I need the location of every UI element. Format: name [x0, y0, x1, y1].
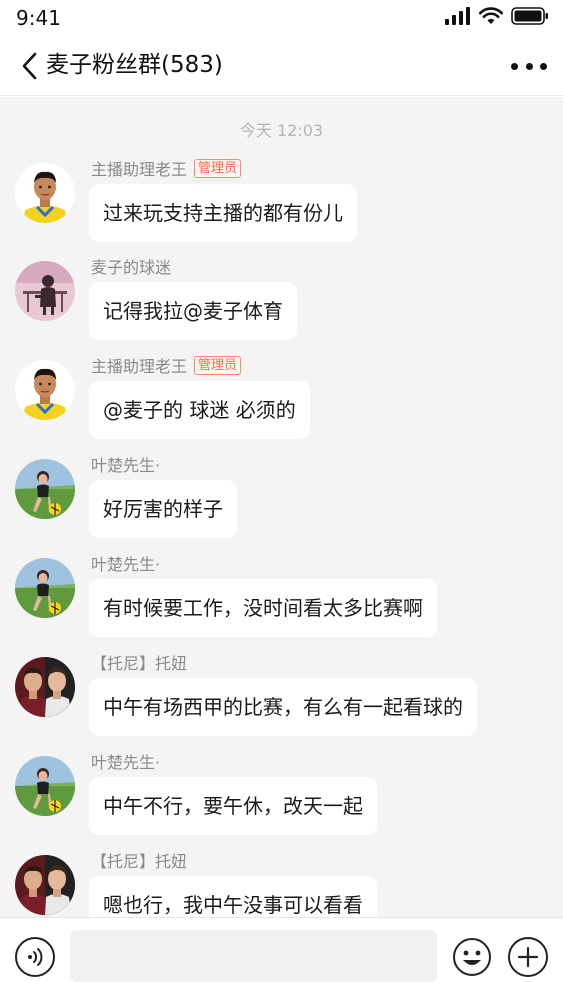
wifi-icon — [479, 7, 503, 24]
message-bubble[interactable]: 有时候要工作，没时间看太多比赛啊 — [89, 579, 437, 637]
more-dot-icon — [511, 62, 518, 70]
avatar[interactable] — [15, 756, 75, 816]
avatar[interactable] — [15, 360, 75, 420]
chat-timestamp: 今天 12:03 — [239, 121, 324, 140]
avatar[interactable] — [15, 261, 75, 321]
chat-message-list[interactable]: 今天 12:03 主播助理老王 管理员 过来玩支持主播的都有份儿 麦子的球迷 记… — [0, 97, 563, 917]
admin-badge: 管理员 — [194, 355, 242, 375]
message-bubble[interactable]: 过来玩支持主播的都有份儿 — [89, 184, 357, 242]
message-bubble[interactable]: 好厉害的样子 — [89, 480, 237, 538]
plus-icon — [517, 946, 539, 968]
status-icons — [445, 7, 549, 25]
more-dot-icon — [525, 62, 533, 70]
smiley-icon — [453, 938, 491, 976]
nav-bar: 麦子粉丝群(583) — [0, 36, 563, 96]
admin-badge: 管理员 — [194, 158, 242, 178]
sender-row: 【托尼】托妞 — [91, 651, 187, 673]
avatar[interactable] — [15, 855, 75, 915]
sender-name: 主播助理老王 — [91, 160, 188, 179]
sender-row: 叶楚先生· — [91, 552, 160, 574]
avatar[interactable] — [15, 163, 75, 223]
sender-row: 主播助理老王 管理员 — [91, 354, 242, 376]
signal-icon — [445, 7, 470, 25]
message-bubble[interactable]: 记得我拉@麦子体育 — [89, 282, 297, 340]
input-bar — [0, 917, 563, 982]
battery-icon — [511, 7, 548, 25]
chat-title: 麦子粉丝群(583) — [46, 52, 223, 78]
sender-name: 主播助理老王 — [91, 357, 188, 376]
status-bar: 9:41 — [0, 0, 563, 36]
sender-name: 【托尼】托妞 — [91, 852, 188, 871]
status-time: 9:41 — [16, 6, 61, 30]
sender-row: 【托尼】托妞 — [91, 849, 187, 871]
message-input[interactable] — [70, 930, 437, 982]
emoji-button[interactable] — [452, 937, 492, 977]
message-bubble[interactable]: 中午不行，要午休，改天一起 — [89, 777, 377, 835]
more-button[interactable] — [511, 52, 547, 80]
avatar[interactable] — [15, 558, 75, 618]
avatar[interactable] — [15, 459, 75, 519]
sender-name: 【托尼】托妞 — [91, 654, 188, 673]
chevron-left-icon — [22, 52, 37, 80]
sender-row: 叶楚先生· — [91, 750, 160, 772]
sender-name: 叶楚先生· — [91, 456, 161, 475]
message-bubble[interactable]: 嗯也行，我中午没事可以看看 — [89, 876, 377, 917]
voice-icon — [28, 948, 43, 966]
avatar[interactable] — [15, 657, 75, 717]
sender-row: 主播助理老王 管理员 — [91, 157, 242, 179]
add-attachment-button[interactable] — [508, 937, 548, 977]
message-bubble[interactable]: @麦子的 球迷 必须的 — [89, 381, 310, 439]
sender-row: 麦子的球迷 — [91, 255, 171, 277]
sender-name: 麦子的球迷 — [91, 258, 172, 277]
sender-name: 叶楚先生· — [91, 555, 161, 574]
back-button[interactable] — [14, 48, 44, 84]
more-dot-icon — [540, 62, 547, 70]
sender-row: 叶楚先生· — [91, 453, 160, 475]
sender-name: 叶楚先生· — [91, 753, 161, 772]
voice-button[interactable] — [15, 937, 55, 977]
message-bubble[interactable]: 中午有场西甲的比赛，有么有一起看球的 — [89, 678, 477, 736]
